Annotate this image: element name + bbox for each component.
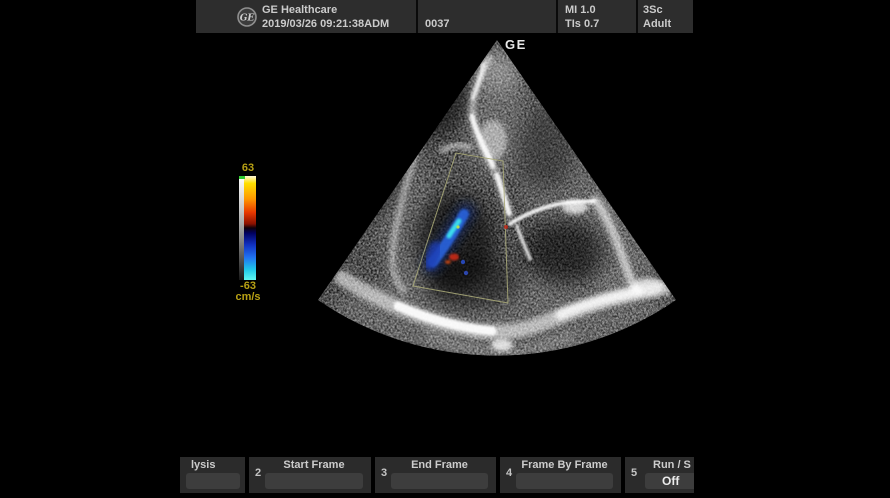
softkey-button-run-stop[interactable]: Off bbox=[645, 473, 694, 489]
softkey-cell-analysis: lysis bbox=[180, 457, 245, 493]
softkey-number: 2 bbox=[255, 467, 261, 479]
b-mode-sector bbox=[290, 20, 700, 380]
colorbar-unit-label: cm/s bbox=[231, 292, 265, 303]
softkey-cell-end-frame: 3 End Frame bbox=[375, 457, 496, 493]
softkey-bar: lysis 2 Start Frame 3 End Frame 4 Frame … bbox=[180, 457, 694, 493]
softkey-number: 3 bbox=[381, 467, 387, 479]
softkey-button-frame-by-frame[interactable] bbox=[516, 473, 613, 489]
softkey-label: Start Frame bbox=[265, 459, 363, 471]
softkey-button-start-frame[interactable] bbox=[265, 473, 363, 489]
velocity-color-strip bbox=[244, 176, 256, 280]
softkey-button-analysis[interactable] bbox=[186, 473, 240, 489]
softkey-label: Frame By Frame bbox=[516, 459, 613, 471]
softkey-cell-frame-by-frame: 4 Frame By Frame bbox=[500, 457, 621, 493]
softkey-cell-start-frame: 2 Start Frame bbox=[249, 457, 371, 493]
softkey-label: Run / S bbox=[653, 459, 691, 471]
doppler-colorbar bbox=[239, 176, 256, 280]
ultrasound-screen: GE GE Healthcare 2019/03/26 09:21:38ADM … bbox=[0, 0, 890, 498]
softkey-number: 5 bbox=[631, 467, 637, 479]
softkey-number: 4 bbox=[506, 467, 512, 479]
softkey-button-end-frame[interactable] bbox=[391, 473, 488, 489]
colorbar-max-label: 63 bbox=[236, 163, 260, 174]
ultrasound-image bbox=[0, 0, 890, 498]
softkey-label: lysis bbox=[191, 459, 215, 471]
softkey-label: End Frame bbox=[391, 459, 488, 471]
baseline-tick bbox=[239, 176, 245, 179]
softkey-cell-run-stop: 5 Run / S Off bbox=[625, 457, 694, 493]
